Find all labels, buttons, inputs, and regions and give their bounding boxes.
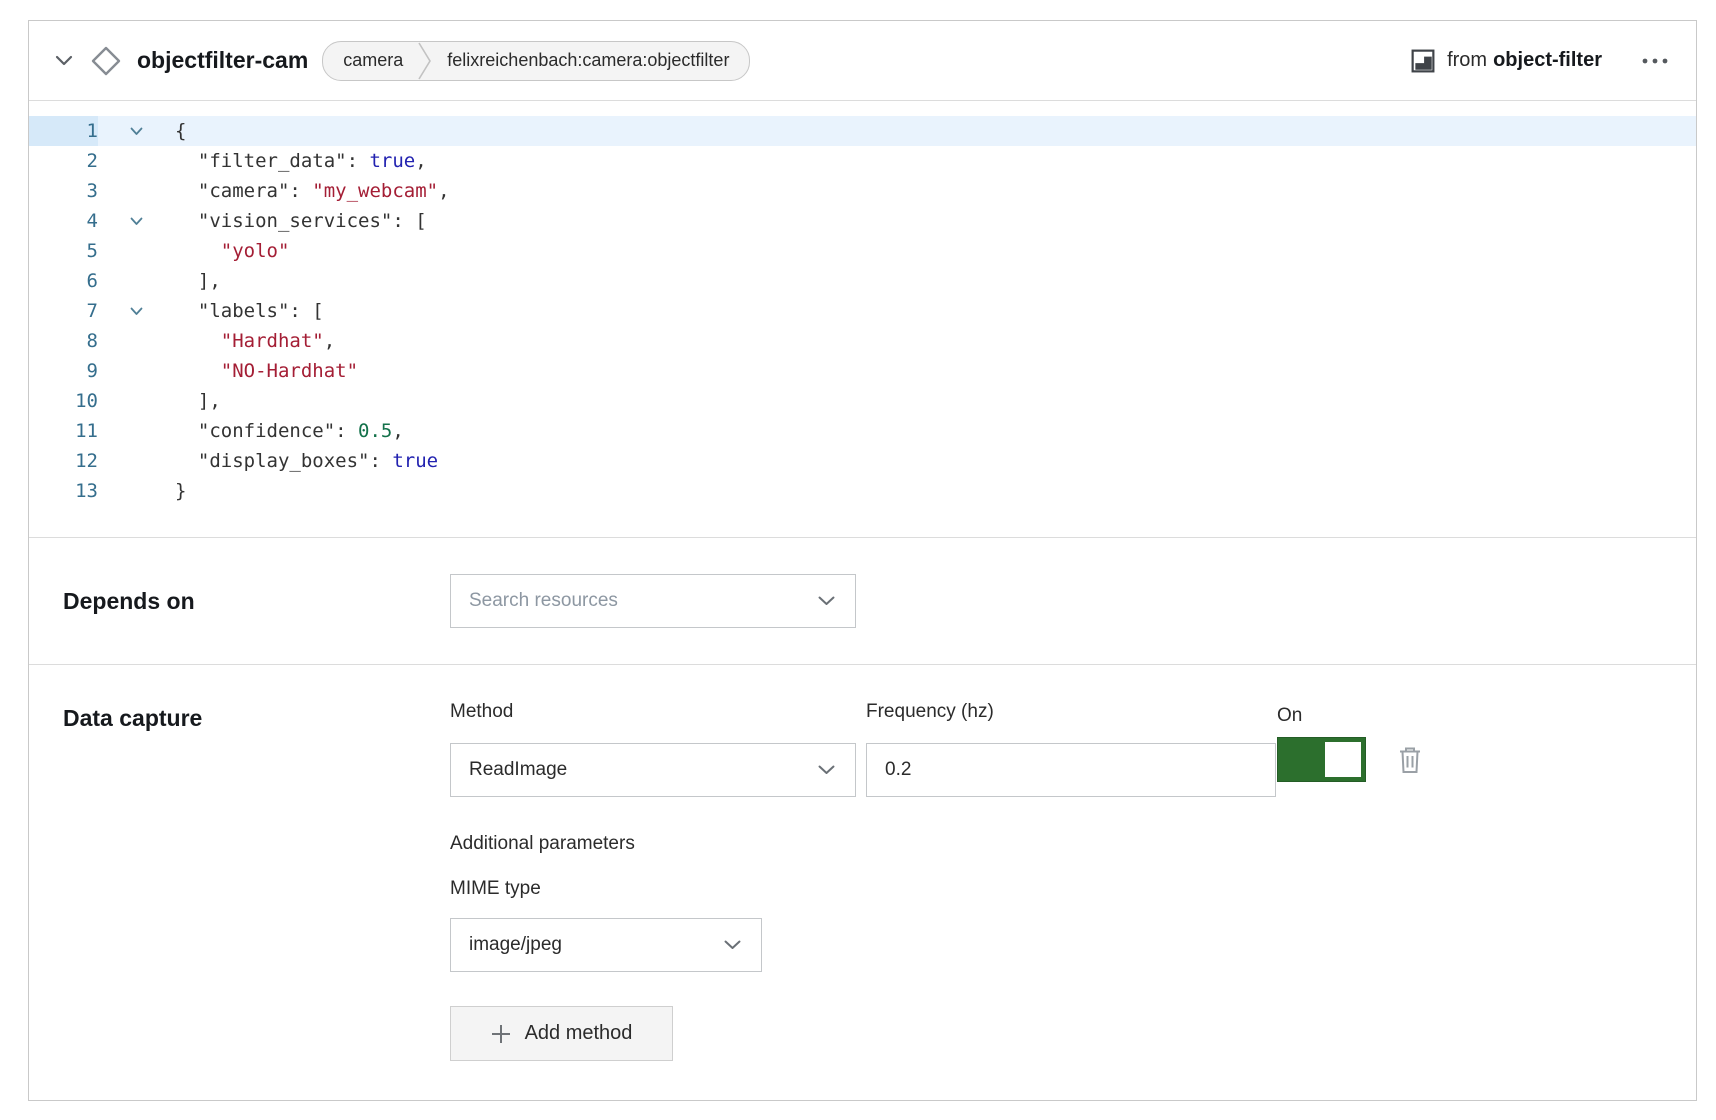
code-text: "confidence": 0.5, (175, 416, 404, 446)
plus-icon (491, 1024, 511, 1044)
module-name: object-filter (1493, 49, 1602, 72)
on-label: On (1277, 705, 1302, 727)
resource-type-badge: camera (323, 50, 417, 71)
line-number: 2 (29, 146, 98, 176)
code-text: "NO-Hardhat" (175, 356, 358, 386)
resource-config-card: objectfilter-cam camera felixreichenbach… (28, 20, 1697, 1101)
collapse-chevron-icon[interactable] (55, 55, 73, 66)
fold-gutter-spacer (98, 266, 175, 296)
line-number: 11 (29, 416, 98, 446)
fold-chevron-icon[interactable] (98, 296, 175, 326)
line-number: 3 (29, 176, 98, 206)
depends-on-search-select[interactable]: Search resources (450, 574, 856, 628)
add-method-label: Add method (525, 1022, 633, 1045)
line-number: 5 (29, 236, 98, 266)
toggle-knob (1325, 742, 1361, 777)
fold-gutter-spacer (98, 146, 175, 176)
chevron-down-icon (818, 765, 835, 775)
code-line[interactable]: 6 ], (29, 266, 1696, 296)
line-number: 4 (29, 206, 98, 236)
code-line[interactable]: 2 "filter_data": true, (29, 146, 1696, 176)
chevron-down-icon (818, 596, 835, 606)
camera-resource-diamond-icon (89, 44, 123, 78)
trash-icon[interactable] (1397, 745, 1423, 775)
code-text: "camera": "my_webcam", (175, 176, 450, 206)
code-line[interactable]: 10 ], (29, 386, 1696, 416)
line-number: 8 (29, 326, 98, 356)
line-number: 6 (29, 266, 98, 296)
fold-gutter-spacer (98, 386, 175, 416)
depends-on-label: Depends on (63, 588, 195, 615)
fold-gutter-spacer (98, 446, 175, 476)
fold-gutter-spacer (98, 176, 175, 206)
code-text: "filter_data": true, (175, 146, 427, 176)
code-editor[interactable]: 1{2 "filter_data": true,3 "camera": "my_… (29, 101, 1696, 538)
mime-type-select[interactable]: image/jpeg (450, 918, 762, 972)
code-text: { (175, 116, 186, 146)
fold-chevron-icon[interactable] (98, 206, 175, 236)
method-select[interactable]: ReadImage (450, 743, 856, 797)
frequency-value: 0.2 (885, 759, 911, 781)
header-right: from object-filter (1411, 49, 1670, 73)
data-capture-section: Data capture Method ReadImage Frequency … (29, 665, 1696, 1101)
capture-on-toggle[interactable] (1277, 737, 1366, 782)
code-line[interactable]: 5 "yolo" (29, 236, 1696, 266)
resource-type-model-badge: camera felixreichenbach:camera:objectfil… (322, 41, 750, 81)
code-text: "vision_services": [ (175, 206, 427, 236)
fold-gutter-spacer (98, 236, 175, 266)
code-line[interactable]: 7 "labels": [ (29, 296, 1696, 326)
mime-type-label: MIME type (450, 878, 541, 900)
code-line[interactable]: 13} (29, 476, 1696, 506)
code-text: "yolo" (175, 236, 289, 266)
frequency-label: Frequency (hz) (866, 701, 994, 723)
mime-type-value: image/jpeg (469, 934, 562, 956)
code-line[interactable]: 11 "confidence": 0.5, (29, 416, 1696, 446)
add-method-button[interactable]: Add method (450, 1006, 673, 1061)
line-number: 7 (29, 296, 98, 326)
module-icon (1411, 49, 1435, 73)
search-resources-placeholder: Search resources (469, 590, 618, 612)
code-line[interactable]: 9 "NO-Hardhat" (29, 356, 1696, 386)
line-number: 9 (29, 356, 98, 386)
breadcrumb-chevron-icon (417, 42, 433, 80)
depends-on-section: Depends on Search resources (29, 538, 1696, 665)
overflow-menu-icon[interactable] (1642, 58, 1670, 64)
code-text: "labels": [ (175, 296, 324, 326)
code-text: } (175, 476, 186, 506)
code-text: "Hardhat", (175, 326, 335, 356)
fold-gutter-spacer (98, 356, 175, 386)
resource-model-badge: felixreichenbach:camera:objectfilter (433, 50, 749, 71)
frequency-input[interactable]: 0.2 (866, 743, 1276, 797)
from-module-text: from object-filter (1447, 49, 1602, 72)
line-number: 10 (29, 386, 98, 416)
resource-name: objectfilter-cam (137, 47, 308, 74)
line-number: 13 (29, 476, 98, 506)
code-line[interactable]: 3 "camera": "my_webcam", (29, 176, 1696, 206)
data-capture-label: Data capture (63, 705, 202, 732)
line-number: 12 (29, 446, 98, 476)
fold-gutter-spacer (98, 476, 175, 506)
code-text: "display_boxes": true (175, 446, 438, 476)
fold-gutter-spacer (98, 416, 175, 446)
line-number: 1 (29, 116, 98, 146)
code-line[interactable]: 4 "vision_services": [ (29, 206, 1696, 236)
chevron-down-icon (724, 940, 741, 950)
card-header: objectfilter-cam camera felixreichenbach… (29, 21, 1696, 101)
method-value: ReadImage (469, 759, 567, 781)
code-line[interactable]: 12 "display_boxes": true (29, 446, 1696, 476)
code-line[interactable]: 1{ (29, 116, 1696, 146)
additional-parameters-label: Additional parameters (450, 833, 635, 855)
fold-chevron-icon[interactable] (98, 116, 175, 146)
method-label: Method (450, 701, 513, 723)
code-text: ], (175, 386, 221, 416)
code-line[interactable]: 8 "Hardhat", (29, 326, 1696, 356)
fold-gutter-spacer (98, 326, 175, 356)
code-text: ], (175, 266, 221, 296)
